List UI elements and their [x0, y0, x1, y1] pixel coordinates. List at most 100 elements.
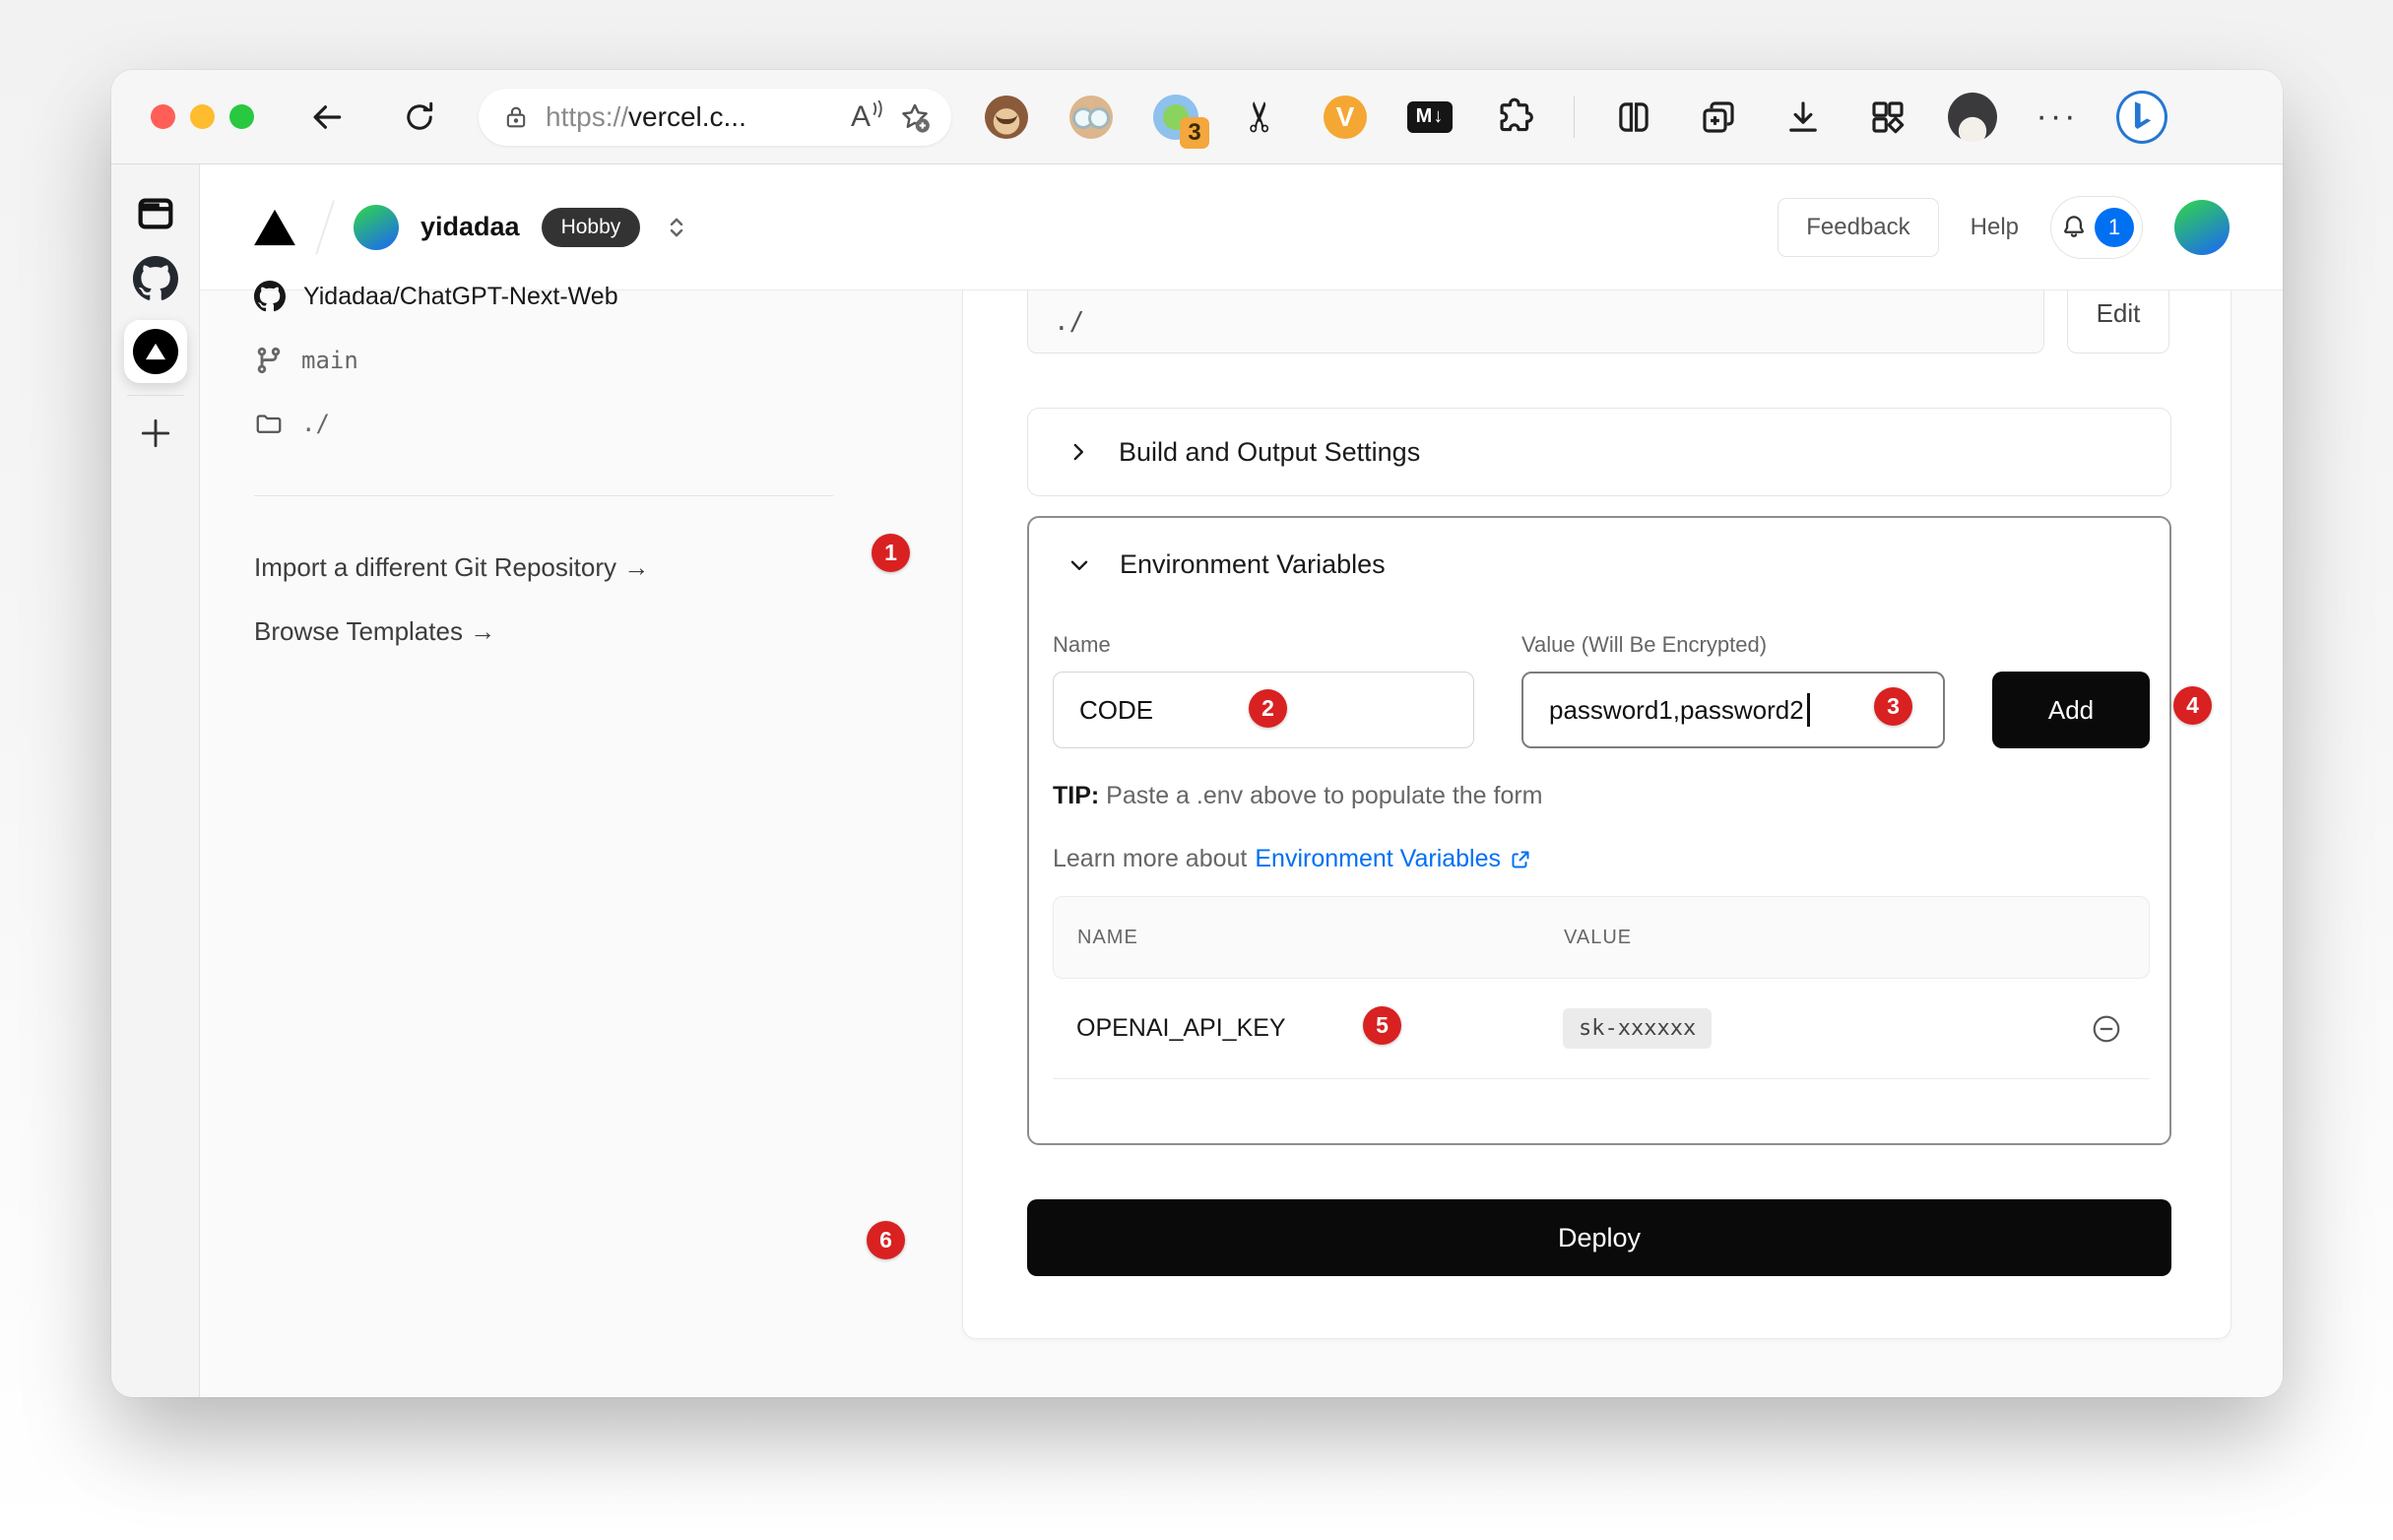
build-output-settings-section[interactable]: Build and Output Settings [1027, 408, 2171, 496]
env-tip-bold: TIP: [1053, 782, 1099, 809]
plan-badge: Hobby [542, 208, 641, 247]
deploy-button[interactable]: Deploy [1027, 1199, 2171, 1276]
back-arrow-icon [308, 98, 346, 136]
more-menu-button[interactable]: ··· [2032, 92, 2083, 143]
env-row-name: OPENAI_API_KEY [1076, 1014, 1563, 1043]
annotation-badge-5: 5 [1363, 1006, 1401, 1045]
breadcrumb-slash [315, 200, 335, 255]
github-rail-item[interactable] [132, 255, 179, 302]
markdown-extension-icon[interactable]: M↓ [1404, 92, 1455, 143]
sidebar-panel-button[interactable] [132, 190, 179, 237]
panel-divider [254, 495, 833, 496]
configure-project-card: ./ Edit Build and Output Settings Enviro… [962, 290, 2231, 1339]
split-screen-button[interactable] [1608, 92, 1659, 143]
edit-button-label: Edit [2097, 298, 2141, 329]
browse-templates-link[interactable]: Browse Templates → [254, 616, 495, 647]
external-link-icon[interactable] [1509, 848, 1532, 871]
team-switcher-chevrons-icon[interactable] [662, 211, 691, 244]
annotation-badge-3: 3 [1874, 687, 1912, 726]
notification-count-badge: 1 [2095, 208, 2134, 247]
env-table-header: NAME VALUE [1053, 896, 2150, 979]
close-window-button[interactable] [151, 104, 175, 129]
downloads-button[interactable] [1778, 92, 1829, 143]
repo-row: Yidadaa/ChatGPT-Next-Web [254, 281, 618, 312]
browser-side-rail [111, 164, 200, 1397]
edit-button[interactable]: Edit [2067, 290, 2169, 353]
bing-chat-button[interactable] [2116, 92, 2167, 143]
extension-count-badge: 3 [1180, 117, 1209, 149]
annotation-badge-1: 1 [872, 534, 910, 572]
env-row-value-chip: sk-xxxxxx [1563, 1008, 1712, 1049]
minimize-window-button[interactable] [190, 104, 215, 129]
vercel-page: yidadaa Hobby Feedback Help 1 [200, 164, 2283, 1397]
add-rail-item-button[interactable] [132, 410, 179, 457]
help-link[interactable]: Help [1971, 214, 2019, 241]
root-directory-input[interactable]: ./ [1027, 290, 2044, 353]
notifications-button[interactable]: 1 [2050, 196, 2143, 259]
environment-variables-section: Environment Variables Name Value (Will B… [1027, 516, 2171, 1145]
user-avatar[interactable] [2174, 200, 2230, 255]
import-link-label: Import a different Git Repository → [254, 552, 649, 582]
zoom-window-button[interactable] [229, 104, 254, 129]
github-icon [254, 281, 286, 312]
repo-name: Yidadaa/ChatGPT-Next-Web [303, 283, 618, 311]
env-table-header-value: VALUE [1564, 927, 1632, 949]
annotation-badge-2: 2 [1249, 689, 1287, 728]
profile-avatar[interactable] [1947, 92, 1998, 143]
text-cursor [1807, 693, 1810, 727]
apps-grid-button[interactable] [1862, 92, 1913, 143]
header-breadcrumb: yidadaa Hobby [253, 199, 691, 256]
lock-icon [502, 102, 530, 132]
environment-variables-link[interactable]: Environment Variables [1255, 845, 1501, 873]
more-dots-icon: ··· [2037, 97, 2079, 136]
extensions-puzzle-icon[interactable] [1489, 92, 1540, 143]
v-extension-icon[interactable]: V [1320, 92, 1371, 143]
env-value-label: Value (Will Be Encrypted) [1521, 632, 1767, 658]
browse-link-label: Browse Templates → [254, 616, 495, 646]
env-name-value: CODE [1079, 695, 1153, 726]
env-value-value: password1,password2 [1549, 695, 1804, 726]
chevron-down-icon [1067, 552, 1092, 578]
browser-toolbar: https://vercel.c... A 3 ✂ V M↓ [111, 70, 2283, 164]
traffic-lights [151, 104, 254, 129]
team-avatar [354, 205, 399, 250]
toolbar-divider [1574, 96, 1575, 138]
environment-variables-header[interactable]: Environment Variables [1067, 549, 1386, 580]
sphere-extension-icon[interactable]: 3 [1150, 92, 1201, 143]
page-body: Yidadaa/ChatGPT-Next-Web main ./ Import … [200, 290, 2283, 1397]
remove-env-var-button[interactable] [2091, 1013, 2122, 1045]
branch-row: main [254, 346, 358, 375]
address-bar[interactable]: https://vercel.c... A [479, 89, 951, 146]
add-favorite-icon[interactable] [898, 100, 932, 134]
env-table-row: OPENAI_API_KEY sk-xxxxxx [1053, 979, 2150, 1079]
persona-extension-icon[interactable] [1066, 92, 1117, 143]
monkey-extension-icon[interactable] [981, 92, 1032, 143]
vercel-header: yidadaa Hobby Feedback Help 1 [200, 164, 2283, 290]
learn-more-prefix: Learn more about [1053, 845, 1247, 873]
root-dir: ./ [301, 410, 330, 437]
annotation-badge-4: 4 [2173, 686, 2212, 725]
env-tip: TIP: Paste a .env above to populate the … [1053, 782, 1543, 810]
refresh-button[interactable] [398, 96, 441, 139]
back-button[interactable] [305, 96, 349, 139]
team-name: yidadaa [420, 212, 520, 242]
environment-variables-title: Environment Variables [1120, 549, 1386, 580]
refresh-icon [402, 99, 437, 135]
read-aloud-button[interactable]: A [851, 100, 884, 134]
root-directory-row: ./ Edit [1027, 290, 2169, 353]
vercel-logo-icon[interactable] [253, 208, 296, 247]
vercel-icon [133, 329, 178, 374]
url-scheme: https:// [546, 101, 628, 132]
root-dir-row: ./ [254, 409, 330, 438]
scissors-extension-icon[interactable]: ✂ [1235, 92, 1286, 143]
vercel-rail-item-active[interactable] [124, 320, 187, 383]
minus-circle-icon [2091, 1013, 2122, 1045]
browser-window: https://vercel.c... A 3 ✂ V M↓ [111, 70, 2283, 1397]
collections-button[interactable] [1693, 92, 1744, 143]
branch-name: main [301, 347, 358, 374]
add-button[interactable]: Add [1992, 672, 2150, 748]
folder-icon [254, 409, 284, 438]
feedback-button[interactable]: Feedback [1778, 198, 1938, 257]
import-different-repo-link[interactable]: Import a different Git Repository → [254, 552, 649, 583]
root-directory-value: ./ [1054, 307, 1084, 337]
